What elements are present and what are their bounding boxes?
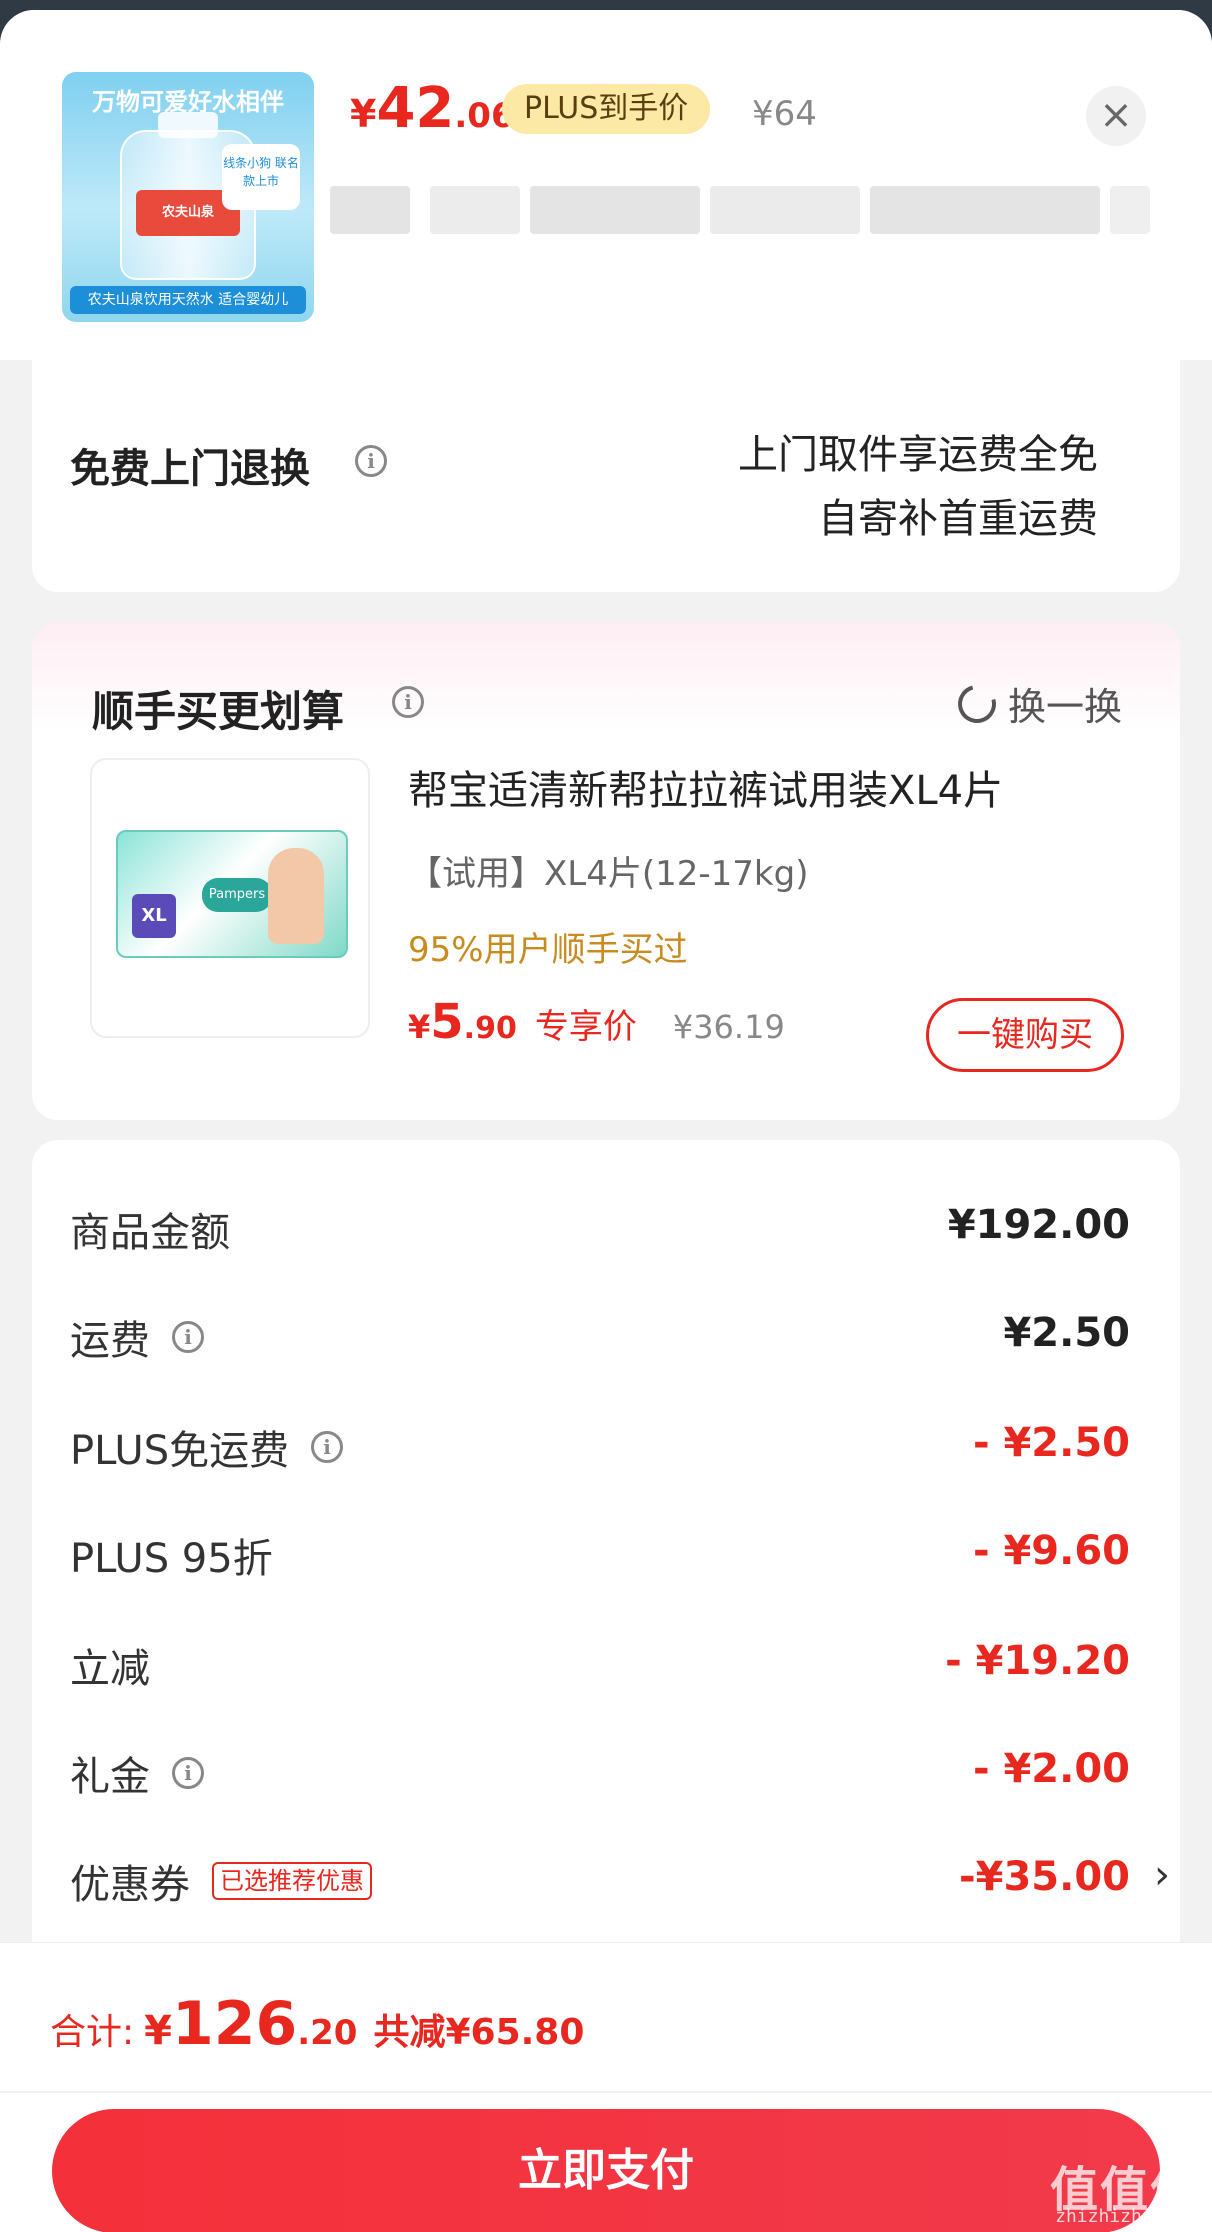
summary-row: 礼金 i - ¥2.00 bbox=[70, 1744, 1130, 1804]
swap-button[interactable]: 换一换 bbox=[951, 676, 1122, 731]
info-icon[interactable]: i bbox=[172, 1757, 204, 1789]
summary-value: - ¥2.00 bbox=[972, 1746, 1130, 1792]
summary-value: ¥192.00 bbox=[947, 1202, 1130, 1248]
divider bbox=[0, 2091, 1212, 2093]
return-service-pickup: 上门取件享运费全免 bbox=[738, 432, 1098, 478]
blurred-product-title bbox=[330, 186, 1160, 234]
checkout-bar: 合计: ¥ 126 .20 共减¥65.80 立即支付 bbox=[0, 1942, 1212, 2232]
summary-row: PLUS免运费 i - ¥2.50 bbox=[70, 1418, 1130, 1478]
chevron-right-icon: › bbox=[1154, 1852, 1170, 1898]
summary-row: 立减 - ¥19.20 bbox=[70, 1636, 1130, 1696]
original-price: ¥64 bbox=[752, 94, 817, 134]
blur-block bbox=[1110, 186, 1150, 234]
summary-value: - ¥19.20 bbox=[945, 1638, 1130, 1684]
summary-row: 运费 i ¥2.50 bbox=[70, 1308, 1130, 1368]
bundle-item-price: ¥ 5 .90 专享价 ¥36.19 bbox=[408, 994, 785, 1050]
info-icon[interactable]: i bbox=[172, 1321, 204, 1353]
order-total: 合计: ¥ 126 .20 共减¥65.80 bbox=[50, 1989, 584, 2059]
blur-block bbox=[710, 186, 860, 234]
plus-price-badge: PLUS到手价 bbox=[502, 84, 711, 134]
one-click-buy-button[interactable]: 一键购买 bbox=[926, 998, 1124, 1072]
price-integer: 42 bbox=[376, 76, 455, 141]
diaper-pack-image: XL Pampers bbox=[116, 830, 348, 958]
pay-now-button[interactable]: 立即支付 bbox=[52, 2109, 1160, 2232]
info-icon[interactable]: i bbox=[311, 1431, 344, 1463]
bundle-item-spec: 【试用】XL4片(12-17kg) bbox=[408, 854, 809, 894]
bundle-card: 顺手买更划算 i 换一换 XL Pampers 帮宝适清新帮拉拉裤试用装XL4片… bbox=[32, 622, 1180, 1120]
summary-value: -¥35.00 bbox=[959, 1854, 1130, 1900]
price-decimal: .90 bbox=[463, 1011, 517, 1046]
swap-label: 换一换 bbox=[1007, 685, 1122, 729]
summary-label: PLUS免运费 bbox=[70, 1428, 290, 1474]
watermark-url: zhizhizhi.com bbox=[1055, 2206, 1196, 2227]
blur-block bbox=[870, 186, 1100, 234]
blur-block bbox=[530, 186, 700, 234]
bundle-title: 顺手买更划算 bbox=[92, 687, 345, 736]
summary-value: - ¥9.60 bbox=[972, 1528, 1130, 1574]
total-decimal: .20 bbox=[297, 2013, 358, 2053]
price-summary-card: 商品金额 ¥192.00 运费 i ¥2.50 PLUS免运费 i - ¥2.50 … bbox=[32, 1140, 1180, 1960]
return-service-title: 免费上门退换 bbox=[70, 446, 310, 492]
close-button[interactable]: × bbox=[1086, 86, 1146, 146]
thumbnail-tag: 线条小狗 联名款上市 bbox=[222, 144, 300, 210]
total-savings: 共减¥65.80 bbox=[373, 2012, 585, 2053]
price-currency: ¥ bbox=[408, 1008, 431, 1046]
summary-value: - ¥2.50 bbox=[972, 1420, 1130, 1466]
summary-row: 商品金额 ¥192.00 bbox=[70, 1200, 1130, 1260]
checkout-sheet: 万物可爱好水相伴 农夫山泉 线条小狗 联名款上市 农夫山泉饮用天然水 适合婴幼儿… bbox=[0, 10, 1212, 2232]
coupon-row[interactable]: 优惠券 已选推荐优惠 -¥35.00 › bbox=[70, 1852, 1170, 1912]
pack-size-badge: XL bbox=[132, 894, 176, 938]
summary-value: ¥2.50 bbox=[1003, 1310, 1130, 1356]
price-integer: 5 bbox=[430, 994, 464, 1050]
pack-child-figure bbox=[268, 848, 324, 944]
blur-block bbox=[430, 186, 520, 234]
summary-label: 立减 bbox=[70, 1646, 150, 1692]
summary-label: 运费 bbox=[70, 1318, 150, 1364]
close-icon: × bbox=[1099, 92, 1133, 138]
original-price: ¥36.19 bbox=[672, 1008, 785, 1046]
price-currency: ¥ bbox=[350, 92, 377, 136]
product-header: 万物可爱好水相伴 农夫山泉 线条小狗 联名款上市 农夫山泉饮用天然水 适合婴幼儿… bbox=[0, 10, 1212, 360]
bundle-item-thumbnail[interactable]: XL Pampers bbox=[90, 758, 370, 1038]
product-thumbnail[interactable]: 万物可爱好水相伴 农夫山泉 线条小狗 联名款上市 农夫山泉饮用天然水 适合婴幼儿 bbox=[62, 72, 314, 322]
summary-label: 礼金 bbox=[70, 1754, 150, 1800]
total-currency: ¥ bbox=[144, 2008, 172, 2054]
total-integer: 126 bbox=[171, 1989, 298, 2059]
blur-block bbox=[330, 186, 410, 234]
info-icon[interactable]: i bbox=[392, 686, 424, 718]
pack-brand-logo: Pampers bbox=[202, 878, 272, 912]
refresh-icon bbox=[951, 677, 1003, 730]
summary-label: 优惠券 bbox=[70, 1862, 190, 1908]
summary-row: PLUS 95折 - ¥9.60 bbox=[70, 1526, 1130, 1586]
return-service-self-ship: 自寄补首重运费 bbox=[818, 496, 1098, 542]
exclusive-price-label: 专享价 bbox=[534, 1007, 637, 1047]
coupon-tag: 已选推荐优惠 bbox=[212, 1862, 372, 1900]
thumbnail-footer: 农夫山泉饮用天然水 适合婴幼儿 bbox=[70, 286, 306, 314]
summary-label: PLUS 95折 bbox=[70, 1536, 273, 1582]
product-price: ¥ 42 .06 bbox=[350, 76, 515, 141]
total-label: 合计: bbox=[50, 2012, 135, 2053]
bundle-item-name[interactable]: 帮宝适清新帮拉拉裤试用装XL4片 bbox=[408, 758, 1003, 816]
bundle-item-social-proof: 95%用户顺手买过 bbox=[408, 930, 688, 970]
summary-label: 商品金额 bbox=[70, 1210, 230, 1256]
info-icon[interactable]: i bbox=[355, 445, 387, 477]
